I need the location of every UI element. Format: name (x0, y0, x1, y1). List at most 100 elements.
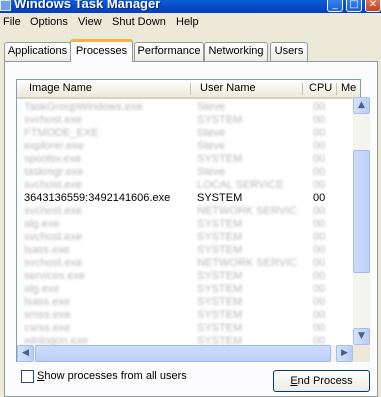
window-title: Windows Task Manager (14, 0, 161, 11)
table-row[interactable]: svchost.exe NETWORK SERVICE 00 (17, 205, 347, 218)
table-row[interactable]: csrss.exe SYSTEM 00 (17, 322, 347, 335)
process-user-name: NETWORK SERVICE (197, 257, 297, 269)
table-row[interactable]: services.exe SYSTEM 00 (17, 270, 347, 283)
end-process-text: nd Process (297, 375, 353, 387)
table-row[interactable]: taskmgr.exe Steve 00 (17, 166, 347, 179)
column-divider[interactable] (190, 83, 191, 95)
process-image-name: svchost.exe (24, 257, 83, 269)
scroll-up-arrow-icon[interactable]: ▲ (353, 97, 370, 114)
maximize-button[interactable]: □ (346, 0, 362, 12)
scroll-left-arrow-icon[interactable]: ◀ (17, 345, 34, 362)
table-row[interactable]: alg.exe SYSTEM 00 (17, 218, 347, 231)
process-user-name: SYSTEM (197, 283, 243, 295)
table-row[interactable]: smss.exe SYSTEM 00 (17, 309, 347, 322)
process-user-name: SYSTEM (197, 231, 243, 243)
table-row[interactable]: lsass.exe SYSTEM 00 (17, 296, 347, 309)
process-user-name: Steve (197, 127, 226, 139)
menu-file[interactable]: File (3, 16, 21, 28)
minimize-button[interactable]: _ (327, 0, 343, 12)
show-all-processes-label[interactable]: Show processes from all users (37, 370, 187, 382)
process-cpu: 00 (313, 166, 326, 178)
table-row[interactable]: spoolsv.exe SYSTEM 00 (17, 153, 347, 166)
column-header-cpu[interactable]: CPU (303, 80, 339, 97)
menu-options[interactable]: Options (30, 16, 68, 28)
process-cpu: 00 (313, 270, 326, 282)
process-user-name: NETWORK SERVICE (197, 205, 297, 217)
process-cpu: 00 (313, 283, 326, 295)
column-header-user-name[interactable]: User Name (194, 80, 284, 97)
process-cpu: 00 (313, 101, 326, 113)
table-row[interactable]: svchost.exe LOCAL SERVICE 00 (17, 179, 347, 192)
process-user-name: SYSTEM (197, 192, 243, 204)
process-user-name: SYSTEM (197, 322, 243, 334)
tab-networking[interactable]: Networking (204, 42, 268, 61)
process-user-name: SYSTEM (197, 114, 243, 126)
process-cpu: 00 (313, 140, 326, 152)
table-row[interactable]: 3643136559:3492141606.exe SYSTEM 00 (17, 192, 347, 205)
tab-users[interactable]: Users (270, 42, 308, 61)
horizontal-scroll-thumb[interactable] (35, 345, 331, 362)
process-image-name: lsass.exe (24, 244, 70, 256)
process-image-name: explorer.exe (24, 140, 84, 152)
menu-shut-down[interactable]: Shut Down (112, 16, 166, 28)
vertical-scroll-thumb[interactable] (353, 150, 370, 273)
close-button[interactable]: ✕ (365, 0, 381, 12)
table-row[interactable]: svchost.exe SYSTEM 00 (17, 231, 347, 244)
process-image-name: smss.exe (24, 309, 71, 321)
process-cpu: 00 (313, 231, 326, 243)
process-image-name: 3643136559:3492141606.exe (24, 192, 171, 204)
process-cpu: 00 (313, 296, 326, 308)
table-row[interactable]: alg.exe SYSTEM 00 (17, 283, 347, 296)
tab-processes[interactable]: Processes (70, 39, 133, 62)
table-row[interactable]: svchost.exe NETWORK SERVICE 00 (17, 257, 347, 270)
process-image-name: svchost.exe (24, 205, 83, 217)
process-cpu: 00 (313, 192, 326, 204)
process-image-name: alg.exe (24, 283, 60, 295)
title-bar[interactable]: Windows Task Manager _ □ ✕ (0, 0, 381, 13)
process-user-name: Steve (197, 140, 226, 152)
tab-performance[interactable]: Performance (134, 42, 204, 61)
tab-strip: Applications Processes Performance Netwo… (0, 38, 381, 62)
task-manager-icon (0, 0, 11, 11)
table-row[interactable]: FTMODE_EXE Steve 00 (17, 127, 347, 140)
scroll-right-arrow-icon[interactable]: ▶ (336, 345, 353, 362)
process-cpu: 00 (313, 179, 326, 191)
menu-help[interactable]: Help (176, 16, 199, 28)
table-row[interactable]: explorer.exe Steve 00 (17, 140, 347, 153)
scrollbar-corner (353, 345, 370, 362)
process-image-name: lsass.exe (24, 296, 70, 308)
table-row[interactable]: TaskGroupWindows.exe Steve 00 (17, 101, 347, 114)
table-row[interactable]: lsass.exe SYSTEM 00 (17, 244, 347, 257)
scroll-down-arrow-icon[interactable]: ▼ (353, 328, 370, 345)
column-header-image-name[interactable]: Image Name (23, 80, 183, 97)
process-image-name: FTMODE_EXE (24, 127, 99, 139)
process-image-name: alg.exe (24, 218, 60, 230)
end-process-button[interactable]: End Process (273, 370, 370, 392)
process-user-name: SYSTEM (197, 309, 243, 321)
tab-applications[interactable]: Applications (4, 42, 71, 61)
process-image-name: taskmgr.exe (24, 166, 84, 178)
process-cpu: 00 (313, 153, 326, 165)
vertical-scrollbar[interactable]: ▲ ▼ (353, 97, 370, 345)
horizontal-scrollbar[interactable]: ◀ ▶ (17, 345, 353, 362)
process-cpu: 00 (313, 322, 326, 334)
process-image-name: svchost.exe (24, 114, 83, 126)
show-all-processes-checkbox[interactable] (21, 370, 34, 383)
process-image-name: svchost.exe (24, 179, 83, 191)
process-image-name: csrss.exe (24, 322, 71, 334)
column-header-mem[interactable]: Me (335, 80, 360, 97)
process-cpu: 00 (313, 218, 326, 230)
table-row[interactable]: svchost.exe SYSTEM 00 (17, 114, 347, 127)
process-cpu: 00 (313, 244, 326, 256)
process-image-name: TaskGroupWindows.exe (24, 101, 143, 113)
process-user-name: SYSTEM (197, 244, 243, 256)
process-cpu: 00 (313, 114, 326, 126)
process-cpu: 00 (313, 205, 326, 217)
process-user-name: SYSTEM (197, 153, 243, 165)
end-process-accel: E (290, 375, 298, 387)
process-image-name: spoolsv.exe (24, 153, 82, 165)
process-cpu: 00 (313, 257, 326, 269)
process-user-name: SYSTEM (197, 270, 243, 282)
menu-view[interactable]: View (78, 16, 102, 28)
process-list[interactable]: Image Name User Name CPU Me TaskGroupWin… (16, 79, 361, 362)
